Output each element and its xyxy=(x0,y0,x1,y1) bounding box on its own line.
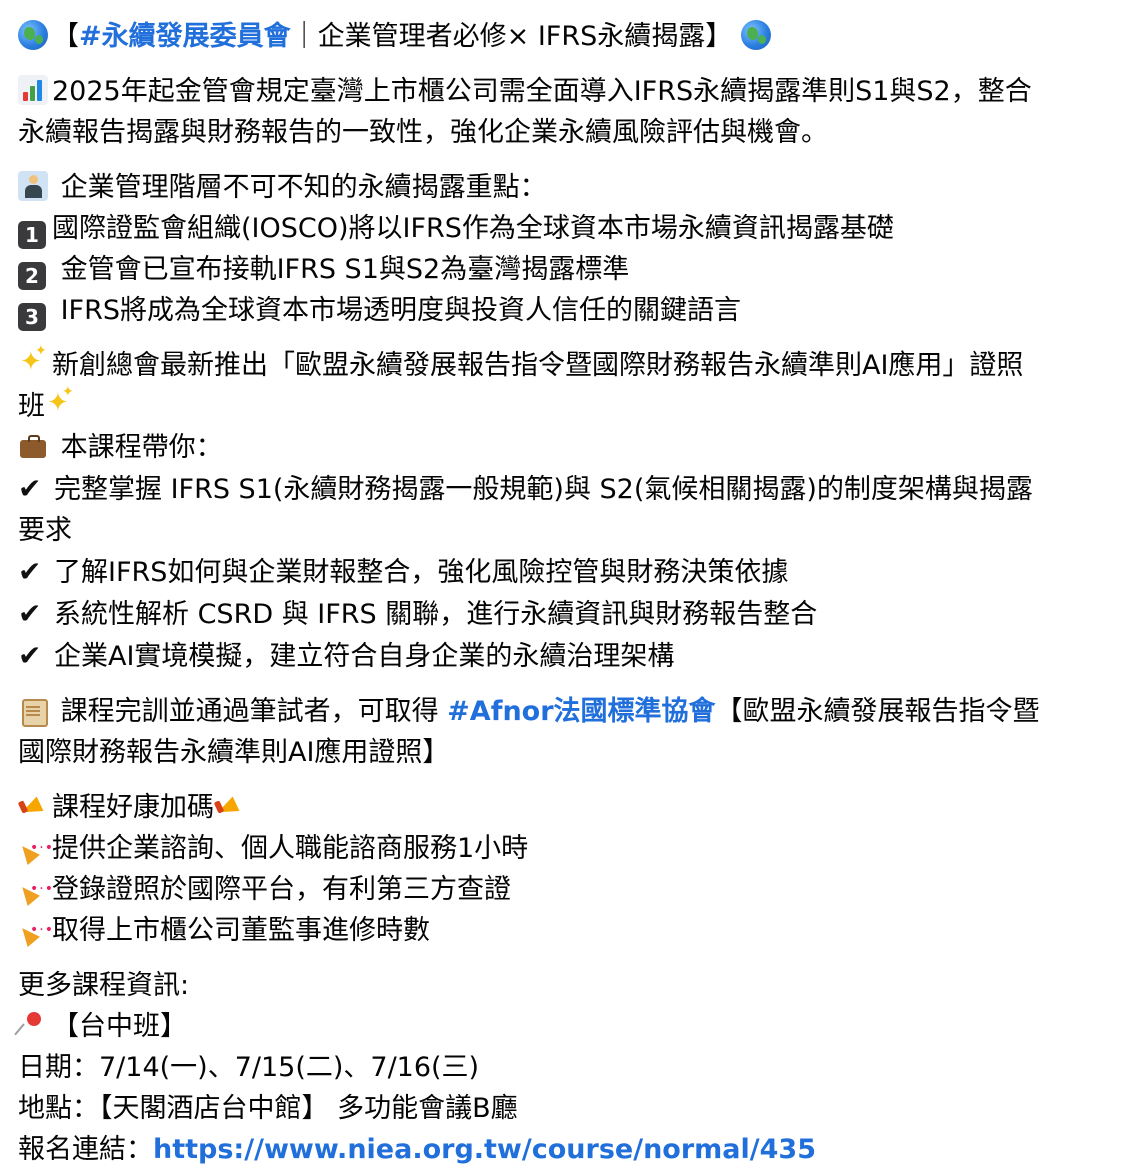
keycap-2-icon: 2 xyxy=(18,262,46,290)
intro-text-line1: 2025年起金管會規定臺灣上市櫃公司需全面導入IFRS永續揭露準則S1與S2，整… xyxy=(52,76,1032,107)
hashtag-sustainability-committee[interactable]: #永續發展委員會 xyxy=(79,21,291,52)
certificate-text: 課程完訓並通過筆試者，可取得 xyxy=(52,696,448,727)
more-info-section: 更多課程資訊: 【台中班】 日期：7/14(一)、7/15(二)、7/16(三)… xyxy=(18,965,1132,1170)
check-mark-icon: ✔ xyxy=(18,555,42,588)
bonus-section: 課程好康加碼 提供企業諮詢、個人職能諮商服務1小時 登錄證照於國際平台，有利第三… xyxy=(18,787,1132,951)
course-venue: 地點：【天閣酒店台中館】 多功能會議B廳 xyxy=(18,1093,518,1124)
signup-label: 報名連結： xyxy=(18,1134,153,1165)
party-popper-icon xyxy=(18,869,54,910)
bonus-item: 登錄證照於國際平台，有利第三方查證 xyxy=(18,869,1132,910)
hashtag-afnor[interactable]: #Afnor法國標準協會 xyxy=(447,696,715,727)
party-popper-icon xyxy=(18,910,54,951)
course-item: ✔ 了解IFRS如何與企業財報整合，強化風險控管與財務決策依據 xyxy=(18,551,1132,593)
bonus-item: 提供企業諮詢、個人職能諮商服務1小時 xyxy=(18,828,1132,869)
key-point-text: IFRS將成為全球資本市場透明度與投資人信任的關鍵語言 xyxy=(52,295,741,326)
post-title: 【#永續發展委員會｜企業管理者必修× IFRS永續揭露】 xyxy=(18,16,1132,57)
megaphone-icon xyxy=(214,791,244,821)
course-item-text: 完整掌握 IFRS S1(永續財務揭露一般規範)與 S2(氣候相關揭露)的制度架… xyxy=(54,474,1033,505)
course-announcement-line2: 班 xyxy=(18,391,45,422)
title-text: ｜企業管理者必修× IFRS永續揭露】 xyxy=(290,21,733,52)
key-points-heading: 企業管理階層不可不知的永續揭露重點： xyxy=(52,172,547,203)
bonus-item: 取得上市櫃公司董監事進修時數 xyxy=(18,910,1132,951)
round-pushpin-icon xyxy=(18,1010,48,1040)
course-item-text: 企業AI實境模擬，建立符合自身企業的永續治理架構 xyxy=(54,641,675,672)
course-item: ✔ 企業AI實境模擬，建立符合自身企業的永續治理架構 xyxy=(18,635,1132,677)
course-brings-heading: 本課程帶你： xyxy=(52,432,223,463)
course-item: ✔ 系統性解析 CSRD 與 IFRS 關聯，進行永續資訊與財務報告整合 xyxy=(18,593,1132,635)
briefcase-icon xyxy=(18,431,48,461)
key-points-section: 企業管理階層不可不知的永續揭露重點： 1 國際證監會組織(IOSCO)將以IFRS… xyxy=(18,167,1132,331)
sparkles-icon xyxy=(45,382,75,420)
bonus-heading: 課程好康加碼 xyxy=(52,792,214,823)
megaphone-icon xyxy=(18,791,48,821)
location-tag: 【台中班】 xyxy=(52,1011,187,1042)
intro-paragraph: 2025年起金管會規定臺灣上市櫃公司需全面導入IFRS永續揭露準則S1與S2，整… xyxy=(18,71,1132,153)
key-point-item: 3 IFRS將成為全球資本市場透明度與投資人信任的關鍵語言 xyxy=(18,290,1132,331)
sparkles-icon xyxy=(18,341,48,379)
certificate-section: 課程完訓並通過筆試者，可取得 #Afnor法國標準協會【歐盟永續發展報告指令暨 … xyxy=(18,691,1132,773)
check-mark-icon: ✔ xyxy=(18,597,42,630)
more-info-heading: 更多課程資訊: xyxy=(18,970,190,1001)
scroll-icon xyxy=(18,695,48,727)
title-bracket-open: 【 xyxy=(52,21,79,52)
course-dates: 日期：7/14(一)、7/15(二)、7/16(三) xyxy=(18,1052,480,1083)
key-point-text: 金管會已宣布接軌IFRS S1與S2為臺灣揭露標準 xyxy=(52,254,630,285)
course-item-text-continued: 要求 xyxy=(18,515,72,546)
course-item-text: 系統性解析 CSRD 與 IFRS 關聯，進行永續資訊與財務報告整合 xyxy=(54,599,818,630)
course-announcement-line1: 新創總會最新推出「歐盟永續發展報告指令暨國際財務報告永續準則AI應用」證照 xyxy=(52,350,1024,381)
bonus-item-text: 取得上市櫃公司董監事進修時數 xyxy=(52,915,430,946)
party-popper-icon xyxy=(18,828,54,869)
course-item-text: 了解IFRS如何與企業財報整合，強化風險控管與財務決策依據 xyxy=(54,557,789,588)
course-item: ✔ 完整掌握 IFRS S1(永續財務揭露一般規範)與 S2(氣候相關揭露)的制度… xyxy=(18,468,1132,510)
certificate-title-continued: 國際財務報告永續準則AI應用證照】 xyxy=(18,737,450,768)
course-section: 新創總會最新推出「歐盟永續發展報告指令暨國際財務報告永續準則AI應用」證照 班 … xyxy=(18,341,1132,677)
globe-icon xyxy=(740,20,771,50)
signup-link[interactable]: https://www.niea.org.tw/course/normal/43… xyxy=(153,1134,816,1165)
globe-icon xyxy=(18,20,48,50)
bonus-item-text: 提供企業諮詢、個人職能諮商服務1小時 xyxy=(52,833,529,864)
keycap-1-icon: 1 xyxy=(18,221,46,249)
intro-text-line2: 永續報告揭露與財務報告的一致性，強化企業永續風險評估與機會。 xyxy=(18,117,828,148)
bonus-item-text: 登錄證照於國際平台，有利第三方查證 xyxy=(52,874,511,905)
certificate-title: 【歐盟永續發展報告指令暨 xyxy=(715,696,1040,727)
check-mark-icon: ✔ xyxy=(18,472,42,505)
key-point-text: 國際證監會組織(IOSCO)將以IFRS作為全球資本市場永續資訊揭露基礎 xyxy=(52,213,894,244)
key-point-item: 2 金管會已宣布接軌IFRS S1與S2為臺灣揭露標準 xyxy=(18,249,1132,290)
keycap-3-icon: 3 xyxy=(18,303,46,331)
check-mark-icon: ✔ xyxy=(18,639,42,672)
key-point-item: 1 國際證監會組織(IOSCO)將以IFRS作為全球資本市場永續資訊揭露基礎 xyxy=(18,208,1132,249)
bar-chart-icon xyxy=(18,75,48,105)
businessman-icon xyxy=(18,171,48,201)
post-body: 【#永續發展委員會｜企業管理者必修× IFRS永續揭露】 2025年起金管會規定… xyxy=(0,0,1146,1170)
